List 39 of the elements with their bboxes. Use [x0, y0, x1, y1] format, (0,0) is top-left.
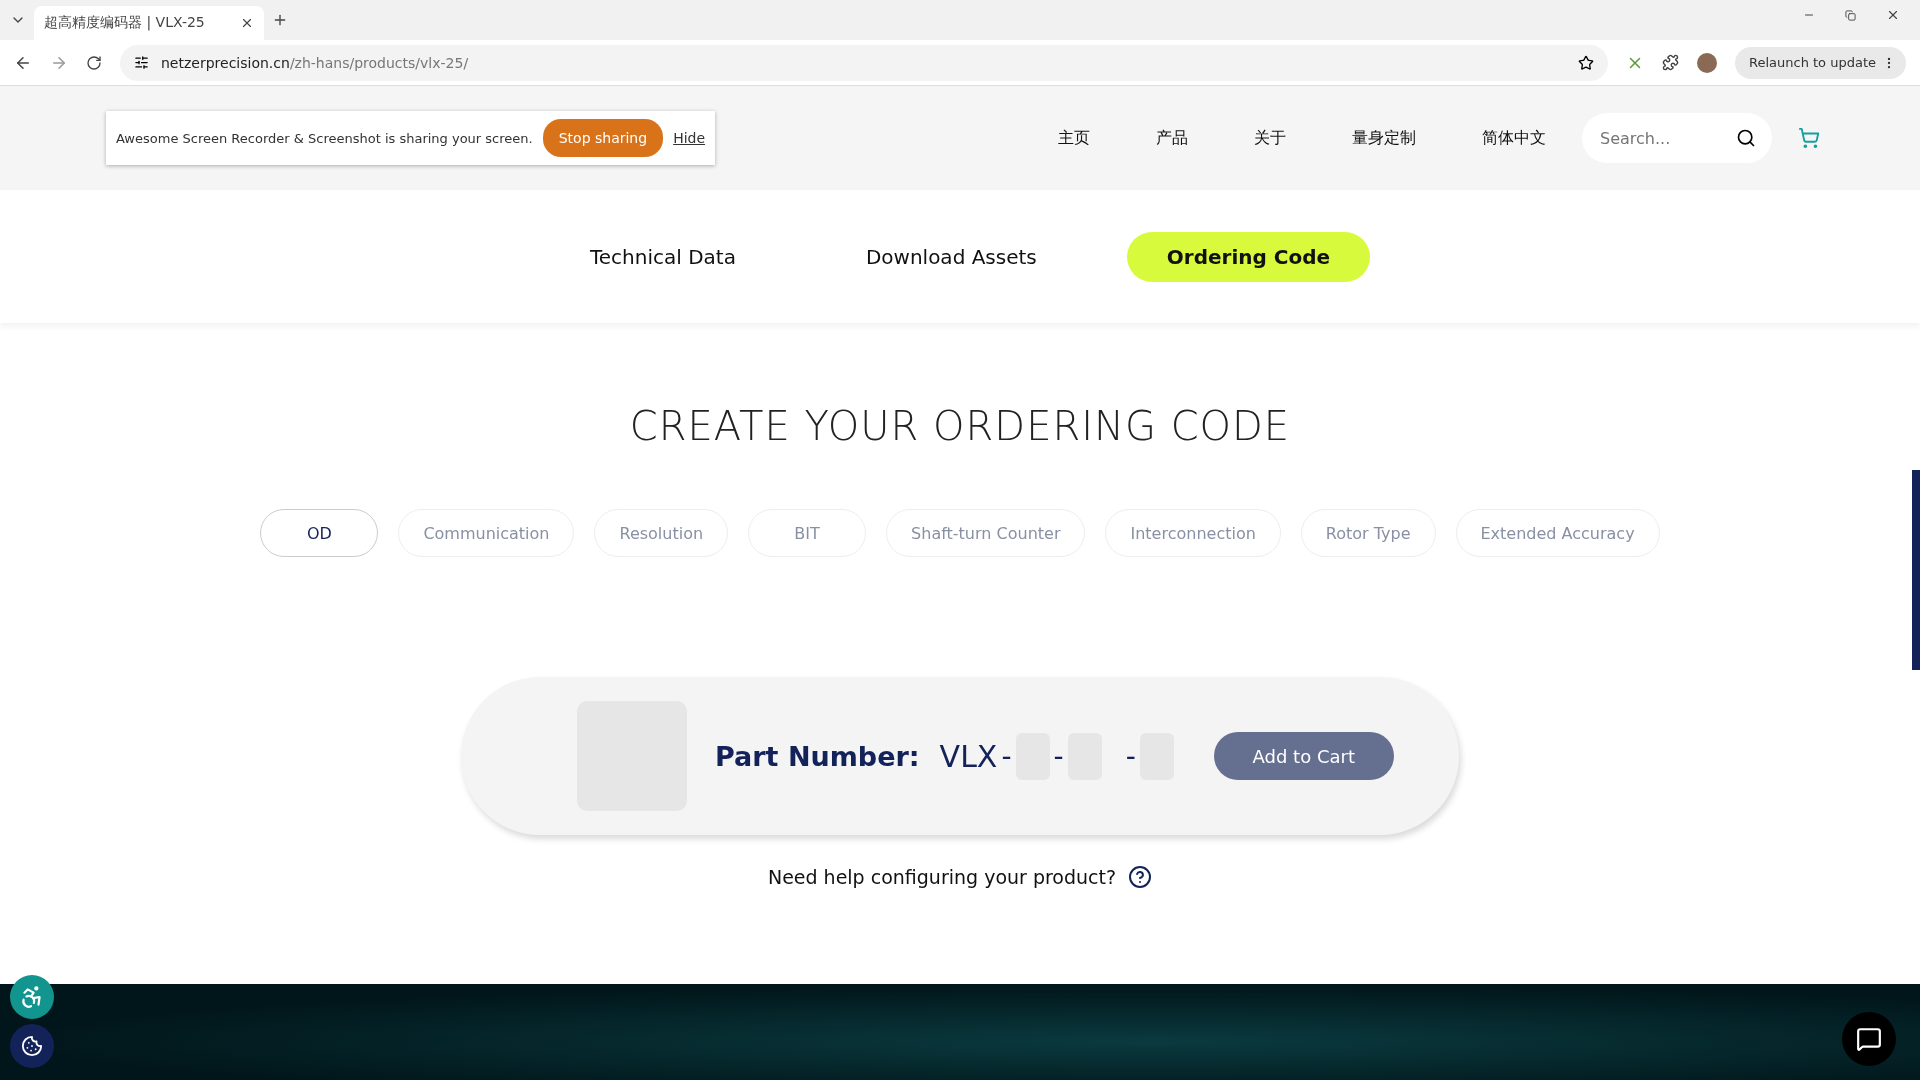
option-tab[interactable]: OD — [260, 509, 379, 557]
section-heading: CREATE YOUR ORDERING CODE — [628, 403, 1292, 449]
cart-icon[interactable] — [1798, 127, 1820, 149]
address-field[interactable]: netzerprecision.cn/zh-hans/products/vlx-25/ — [120, 44, 1608, 81]
section-tab[interactable]: Download Assets — [825, 231, 1077, 282]
add-to-cart-button[interactable]: Add to Cart — [1213, 732, 1394, 780]
dash-separator: - — [1053, 739, 1064, 773]
nav-link[interactable]: 量身定制 — [1352, 127, 1416, 149]
url-text: netzerprecision.cn/zh-hans/products/vlx-25/ — [161, 54, 469, 71]
nav-link[interactable]: 主页 — [1058, 127, 1090, 149]
profile-avatar[interactable] — [1697, 52, 1717, 73]
section-tab[interactable]: Ordering Code — [1126, 231, 1371, 282]
accessibility-icon[interactable] — [10, 975, 54, 1019]
hide-link[interactable]: Hide — [673, 130, 706, 146]
new-tab-icon[interactable] — [272, 12, 288, 28]
puzzle-icon[interactable] — [1662, 54, 1679, 71]
reload-icon[interactable] — [86, 54, 102, 71]
nav-link[interactable]: 关于 — [1254, 127, 1286, 149]
restore-icon[interactable] — [1845, 8, 1856, 22]
scrollbar-thumb[interactable] — [1912, 470, 1920, 670]
site-settings-icon — [134, 55, 149, 70]
help-text: Need help configuring your product? — [767, 866, 1117, 888]
search-field[interactable]: Search... — [1598, 127, 1736, 149]
bookmark-star-icon — [1578, 54, 1594, 71]
search-box[interactable]: Search... — [1582, 113, 1772, 163]
section-tab[interactable]: Technical Data — [549, 231, 776, 282]
dash-separator: - — [1125, 739, 1136, 773]
browser-tab[interactable]: 超高精度编码器 | VLX-25 — [34, 6, 264, 40]
close-icon[interactable] — [1886, 8, 1900, 22]
share-message: Awesome Screen Recorder & Screenshot is sharing your screen. — [116, 130, 533, 146]
dash-separator: - — [1001, 739, 1012, 773]
part-prefix: VLX — [939, 738, 998, 774]
relaunch-button[interactable]: Relaunch to update — [1735, 46, 1906, 79]
nav-link[interactable]: 产品 — [1156, 127, 1188, 149]
part-number-label: Part Number: — [715, 740, 920, 772]
nav-link[interactable]: 简体中文 — [1482, 127, 1546, 149]
help-icon[interactable] — [1128, 865, 1153, 889]
search-icon[interactable] — [1736, 128, 1756, 148]
close-icon[interactable] — [240, 16, 254, 30]
